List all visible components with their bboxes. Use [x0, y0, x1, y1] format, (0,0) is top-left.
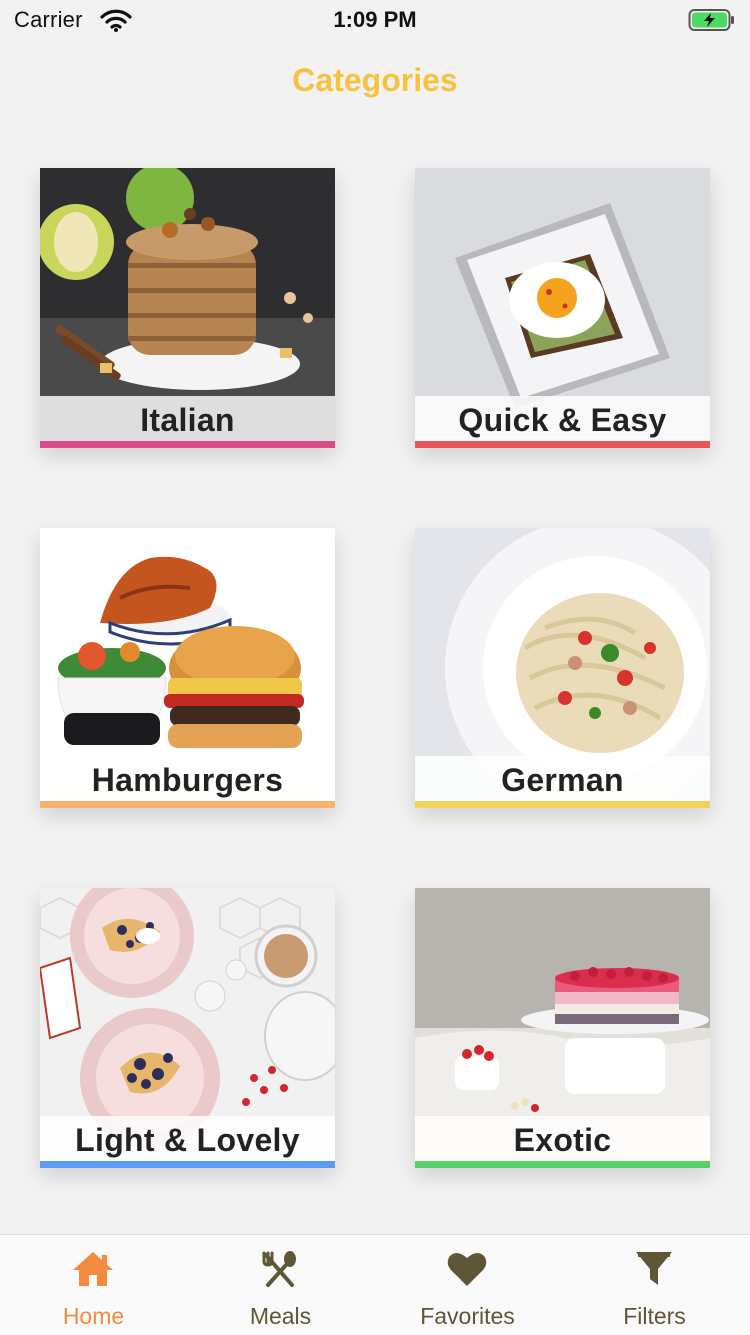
category-accent-bar: [415, 801, 710, 808]
category-accent-bar: [415, 441, 710, 448]
category-label: German: [501, 762, 624, 798]
category-accent-bar: [415, 1161, 710, 1168]
category-card-light-lovely[interactable]: Light & Lovely: [40, 888, 335, 1168]
bottom-tab-bar: Home Meals Favorites Filters: [0, 1234, 750, 1335]
tab-favorites[interactable]: Favorites: [374, 1235, 561, 1335]
tab-meals[interactable]: Meals: [187, 1235, 374, 1335]
category-card-italian[interactable]: Italian: [40, 168, 335, 448]
tab-home[interactable]: Home: [0, 1235, 187, 1335]
category-label: Exotic: [513, 1122, 612, 1158]
status-time: 1:09 PM: [333, 7, 417, 32]
heart-icon: [447, 1252, 487, 1286]
category-card-hamburgers[interactable]: Hamburgers: [40, 528, 335, 808]
category-accent-bar: [40, 801, 335, 808]
page-title: Categories: [292, 62, 458, 98]
status-bar: Carrier 1:09 PM: [0, 0, 750, 40]
category-label: Light & Lovely: [75, 1122, 300, 1158]
filter-icon: [636, 1252, 672, 1285]
category-label: Hamburgers: [91, 762, 284, 798]
battery-charging-icon: [688, 9, 734, 31]
tab-label: Meals: [249, 1303, 312, 1329]
category-label: Italian: [140, 402, 235, 438]
category-card-quick-easy[interactable]: Quick & Easy: [415, 168, 710, 448]
home-icon: [73, 1252, 113, 1286]
tab-label: Favorites: [420, 1303, 515, 1329]
category-accent-bar: [40, 441, 335, 448]
tab-label: Filters: [623, 1303, 686, 1329]
category-label: Quick & Easy: [458, 402, 667, 438]
category-accent-bar: [40, 1161, 335, 1168]
category-card-german[interactable]: German: [415, 528, 710, 808]
tab-label: Home: [62, 1303, 125, 1329]
category-card-exotic[interactable]: Exotic: [415, 888, 710, 1168]
tab-filters[interactable]: Filters: [561, 1235, 748, 1335]
utensils-icon: [262, 1251, 296, 1287]
